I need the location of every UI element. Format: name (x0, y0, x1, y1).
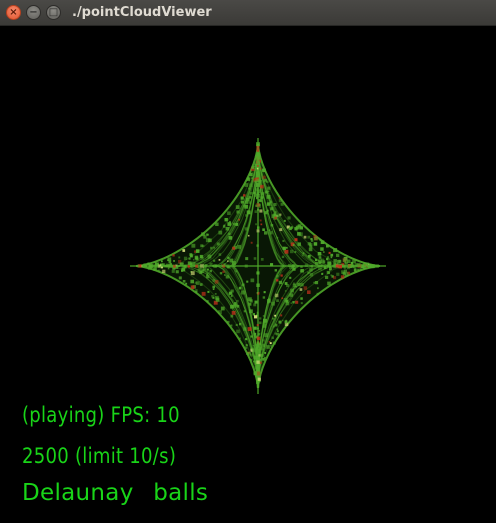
close-icon[interactable]: × (6, 5, 21, 20)
minimize-icon[interactable]: − (26, 5, 41, 20)
app-window: × − □ ./pointCloudViewer (playing) FPS: … (0, 0, 496, 523)
hud-points-text: 2500 (limit 10/s) (22, 444, 177, 468)
hud-mode-text: Delaunay balls (22, 480, 209, 506)
window-title: ./pointCloudViewer (72, 5, 212, 20)
title-bar[interactable]: × − □ ./pointCloudViewer (0, 0, 496, 26)
maximize-icon[interactable]: □ (46, 5, 61, 20)
point-cloud-viewport[interactable]: (playing) FPS: 10 2500 (limit 10/s) Dela… (0, 26, 496, 523)
hud-status-text: (playing) FPS: 10 (22, 403, 180, 427)
